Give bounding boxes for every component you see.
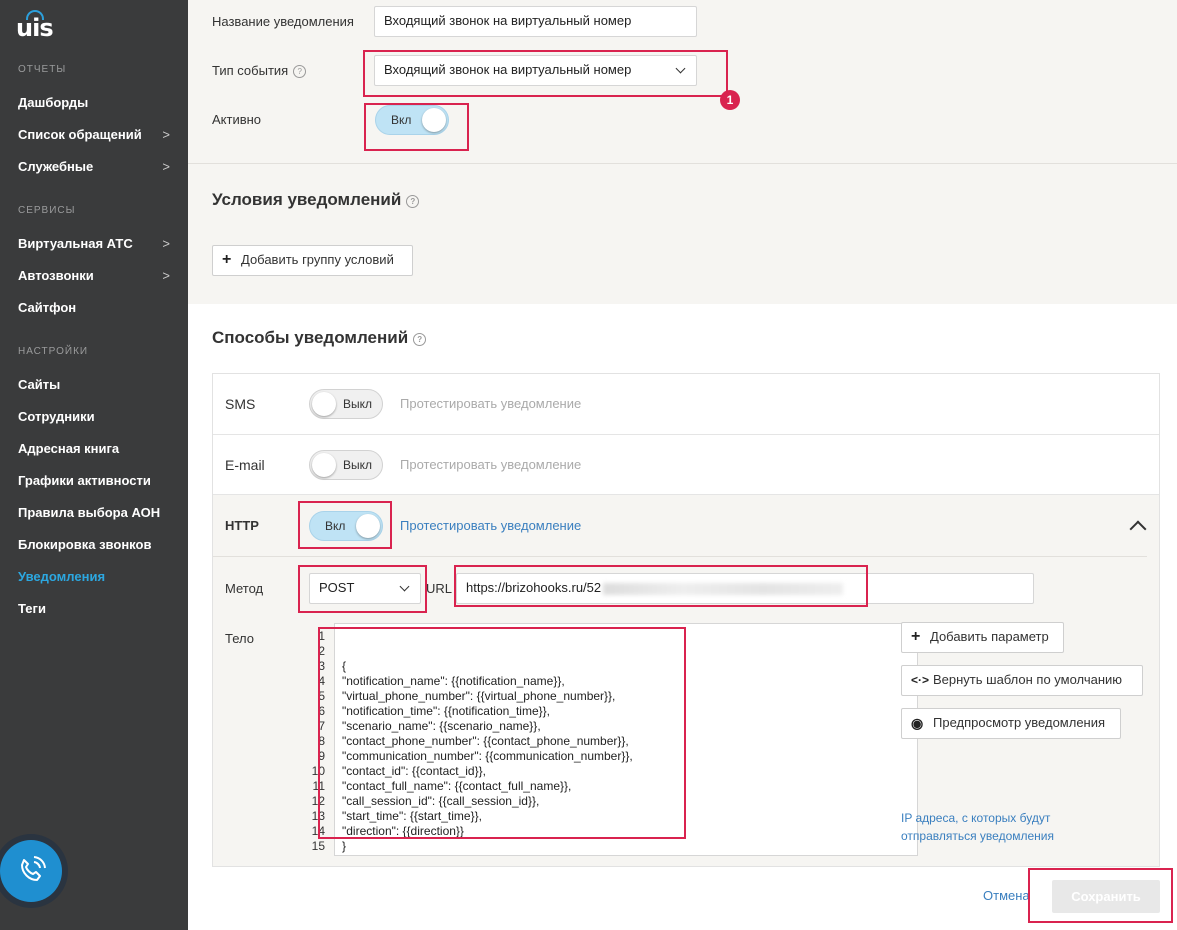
line-numbers: 1 2 3 4 5 6 7 8 9 10 11 12 13 14 15 [311,629,325,853]
body-label: Тело [225,631,254,646]
reset-template-button[interactable]: <·> Вернуть шаблон по умолчанию [901,665,1143,696]
name-label: Название уведомления [212,14,354,29]
help-icon[interactable]: ? [406,195,420,208]
save-button[interactable]: Сохранить [1052,880,1160,913]
sidebar-item-dashboards[interactable]: Дашборды [18,95,170,110]
code-line: "notification_name": {{notification_name… [342,674,565,688]
methods-list: SMS Выкл Протестировать уведомление E-ma… [212,373,1160,867]
http-toggle[interactable]: Вкл [309,511,383,541]
code-line: "contact_full_name": {{contact_full_name… [342,779,572,793]
sidebar-item-sitephone[interactable]: Сайтфон [18,300,170,315]
chevron-right-icon: > [162,268,170,283]
chevron-right-icon: > [162,127,170,142]
sms-test-link[interactable]: Протестировать уведомление [400,396,581,411]
sidebar-item-sites[interactable]: Сайты [18,377,170,392]
code-line: "communication_number": {{communication_… [342,749,633,763]
conditions-panel: Условия уведомлений? + Добавить группу ус… [188,164,1177,304]
ip-addresses-link[interactable]: IP адреса, с которых будут отправляться … [901,809,1101,845]
conditions-title: Условия уведомлений? [212,190,420,210]
section-title-services: СЕРВИСЫ [18,205,76,216]
eye-icon: ◉ [911,715,924,731]
body-code-lines[interactable]: {"notification_name": {{notification_nam… [342,629,633,884]
event-type-select[interactable]: Входящий звонок на виртуальный номер [374,55,697,86]
code-line: "contact_id": {{contact_id}}, [342,764,486,778]
plus-icon: + [222,251,232,268]
method-row-sms: SMS Выкл Протестировать уведомление [213,374,1159,435]
help-icon[interactable]: ? [413,333,427,346]
email-toggle[interactable]: Выкл [309,450,383,480]
email-label: E-mail [225,457,265,473]
sidebar-item-schedules[interactable]: Графики активности [18,473,170,488]
main-content: Название уведомления Входящий звонок на … [188,0,1177,930]
code-line: "scenario_name": {{scenario_name}}, [342,719,541,733]
sidebar-item-autocalls[interactable]: Автозвонки > [18,268,170,283]
toggle-knob [312,453,336,477]
chevron-right-icon: > [162,159,170,174]
toggle-knob [312,392,336,416]
sidebar-item-tags[interactable]: Теги [18,601,170,616]
code-icon: <·> [911,673,930,687]
method-label: Метод [225,581,264,596]
http-method-select[interactable]: POST [309,573,421,604]
notification-name-input[interactable]: Входящий звонок на виртуальный номер [374,6,697,37]
http-label: HTTP [225,518,259,533]
sidebar-item-requests[interactable]: Список обращений > [18,127,170,142]
toggle-knob [356,514,380,538]
add-parameter-button[interactable]: + Добавить параметр [901,622,1064,653]
code-line: { [342,659,347,673]
code-line: "start_time": {{start_time}}, [342,809,482,823]
logo-text: uis [16,14,54,42]
phone-call-icon [21,856,46,881]
chevron-right-icon: > [162,236,170,251]
code-line: } [342,839,347,853]
active-label: Активно [212,112,262,127]
cancel-link[interactable]: Отмена [983,888,1030,903]
call-widget-button[interactable] [0,840,62,902]
chevron-down-icon [399,581,410,592]
url-label: URL [426,581,453,596]
preview-button[interactable]: ◉ Предпросмотр уведомления [901,708,1121,739]
general-settings-panel: Название уведомления Входящий звонок на … [188,0,1177,164]
http-test-link[interactable]: Протестировать уведомление [400,518,581,533]
sms-toggle[interactable]: Выкл [309,389,383,419]
sidebar: uis ОТЧЕТЫ Дашборды Список обращений > Сл… [0,0,188,930]
http-url-input[interactable]: https://brizohooks.ru/52 [456,573,1034,604]
code-line: "contact_phone_number": {{contact_phone_… [342,734,629,748]
chevron-down-icon [675,63,686,74]
code-line: "call_session_id": {{call_session_id}}, [342,794,540,808]
sidebar-item-address-book[interactable]: Адресная книга [18,441,170,456]
http-header: HTTP Вкл Протестировать уведомление [213,495,1147,557]
sidebar-item-employees[interactable]: Сотрудники [18,409,170,424]
sidebar-item-notifications[interactable]: Уведомления [18,569,170,584]
section-title-reports: ОТЧЕТЫ [18,64,67,75]
methods-title: Способы уведомлений? [212,328,427,348]
toggle-knob [422,108,446,132]
chevron-up-icon[interactable] [1129,520,1147,538]
email-test-link[interactable]: Протестировать уведомление [400,457,581,472]
event-type-label: Тип события? [212,63,307,78]
sidebar-item-virtual-pbx[interactable]: Виртуальная АТС > [18,236,170,251]
sidebar-item-aon-rules[interactable]: Правила выбора АОН [18,505,170,520]
active-toggle[interactable]: Вкл [375,105,449,135]
section-title-settings: НАСТРОЙКИ [18,346,89,357]
add-condition-group-button[interactable]: + Добавить группу условий [212,245,413,276]
code-line: "notification_time": {{notification_time… [342,704,550,718]
help-icon[interactable]: ? [293,65,307,78]
step-badge: 1 [720,90,740,110]
sidebar-item-call-blocking[interactable]: Блокировка звонков [18,537,170,552]
code-line: "virtual_phone_number": {{virtual_phone_… [342,689,616,703]
code-line: "direction": {{direction}} [342,824,464,838]
sidebar-item-service[interactable]: Служебные > [18,159,170,174]
method-row-email: E-mail Выкл Протестировать уведомление [213,435,1159,495]
plus-icon: + [911,628,921,645]
sms-label: SMS [225,396,256,412]
blurred-url-part [603,582,844,595]
